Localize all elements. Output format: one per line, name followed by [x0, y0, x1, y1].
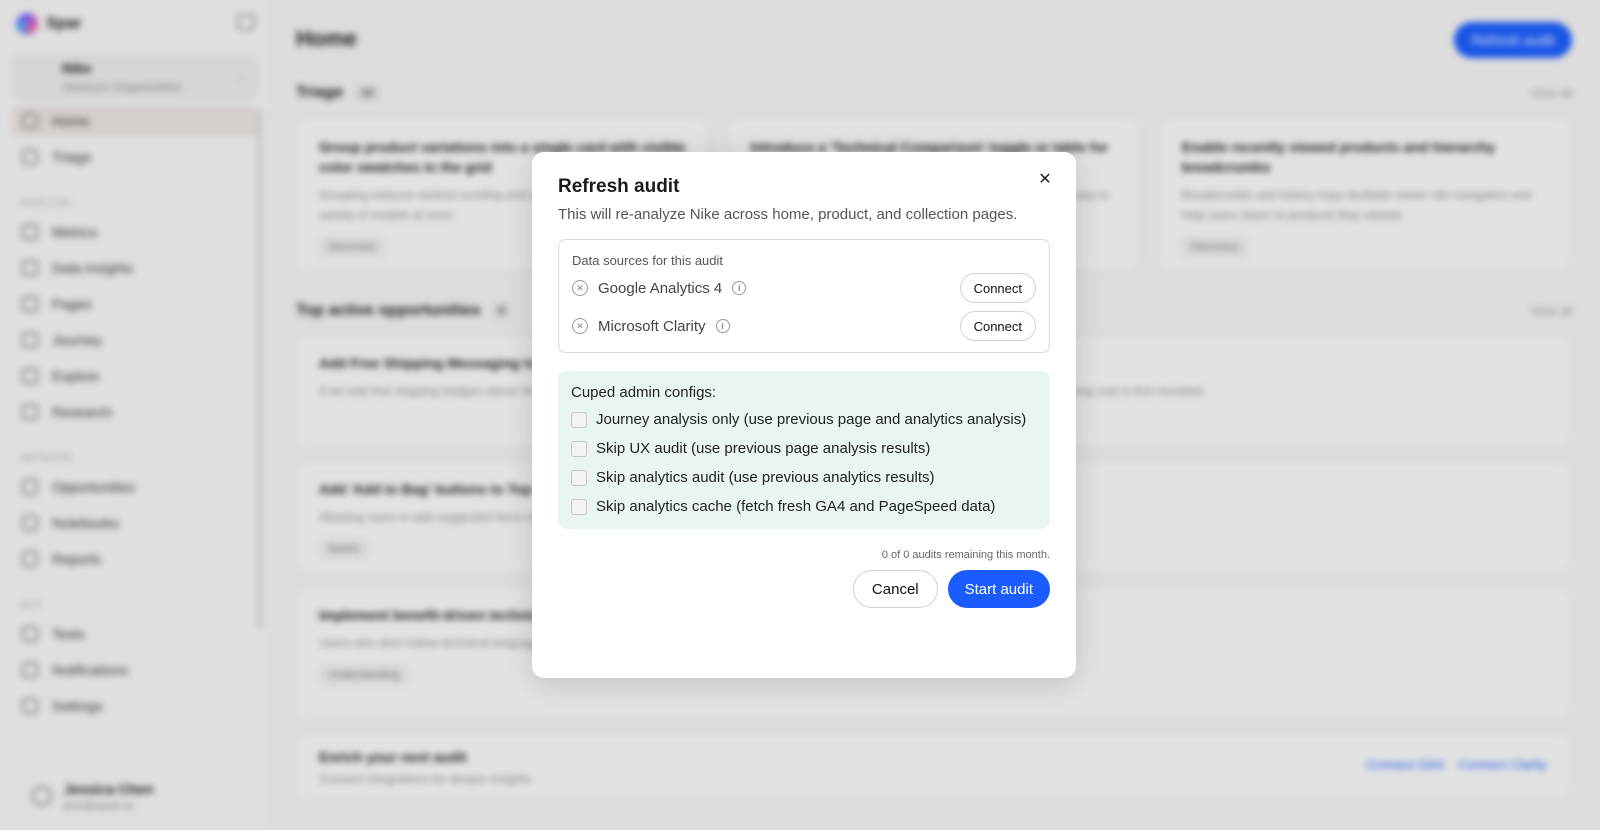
connect-clarity-button[interactable]: Connect [959, 311, 1036, 341]
skip-ux-checkbox[interactable] [571, 441, 587, 457]
option-label: Skip UX audit (use previous page analysi… [596, 440, 931, 457]
disconnected-icon: ✕ [572, 318, 588, 334]
source-row-ga4: ✕ Google Analytics 4 i Connect [572, 270, 1036, 306]
close-icon[interactable]: ✕ [1034, 168, 1056, 190]
dialog-description: This will re-analyze Nike across home, p… [558, 206, 1018, 223]
admin-configs-panel: Cuped admin configs: Journey analysis on… [558, 371, 1050, 529]
data-sources-heading: Data sources for this audit [572, 253, 724, 268]
info-icon[interactable]: i [715, 319, 730, 333]
option-skip-cache[interactable]: Skip analytics cache (fetch fresh GA4 an… [571, 496, 1037, 517]
option-label: Skip analytics cache (fetch fresh GA4 an… [596, 498, 996, 515]
option-journey-only[interactable]: Journey analysis only (use previous page… [571, 409, 1037, 430]
connect-ga4-button[interactable]: Connect [959, 273, 1036, 303]
audits-remaining: 0 of 0 audits remaining this month. [881, 549, 1050, 561]
source-name: Google Analytics 4 [598, 279, 723, 297]
option-skip-analytics[interactable]: Skip analytics audit (use previous analy… [571, 467, 1037, 488]
source-row-clarity: ✕ Microsoft Clarity i Connect [572, 308, 1036, 344]
data-sources-panel: Data sources for this audit ✕ Google Ana… [558, 239, 1050, 353]
disconnected-icon: ✕ [572, 280, 588, 296]
dialog-actions: Cancel Start audit [558, 570, 1050, 608]
refresh-audit-dialog: ✕ Refresh audit This will re-analyze Nik… [532, 152, 1076, 678]
info-icon[interactable]: i [732, 281, 747, 295]
dialog-title: Refresh audit [558, 176, 680, 197]
source-name: Microsoft Clarity [598, 317, 706, 335]
cancel-button[interactable]: Cancel [852, 570, 938, 608]
option-label: Skip analytics audit (use previous analy… [596, 469, 935, 486]
skip-cache-checkbox[interactable] [571, 499, 587, 515]
option-skip-ux[interactable]: Skip UX audit (use previous page analysi… [571, 438, 1037, 459]
journey-only-checkbox[interactable] [571, 412, 587, 428]
skip-analytics-checkbox[interactable] [571, 470, 587, 486]
admin-configs-title: Cuped admin configs: [571, 384, 717, 401]
start-audit-button[interactable]: Start audit [947, 570, 1050, 608]
option-label: Journey analysis only (use previous page… [596, 411, 1027, 428]
